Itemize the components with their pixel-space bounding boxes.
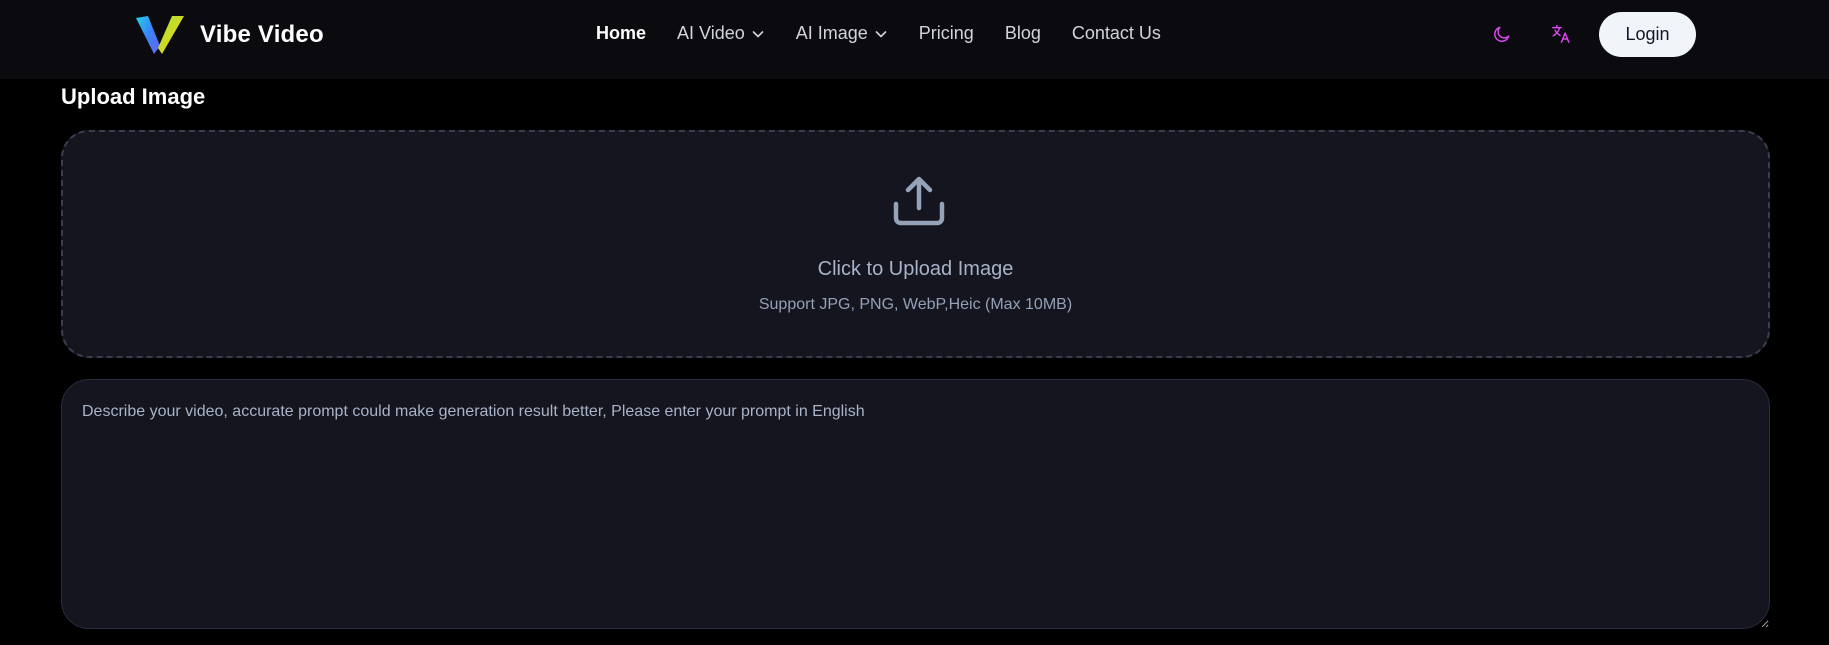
nav-item-label: AI Image xyxy=(795,23,868,43)
nav-item-home[interactable]: Home xyxy=(596,23,646,44)
moon-icon xyxy=(1494,26,1510,42)
nav-item-label: Home xyxy=(596,23,647,43)
chevron-down-icon xyxy=(875,30,887,37)
nav-item-label: Pricing xyxy=(918,23,974,43)
upload-section-title: Upload Image xyxy=(61,84,206,109)
language-button[interactable] xyxy=(1548,21,1574,47)
nav-item-blog[interactable]: Blog xyxy=(1005,23,1041,44)
brand-name: Vibe Video xyxy=(200,21,324,48)
main-nav: Home AI Video AI Image Pricing Blog Cont… xyxy=(596,0,1192,67)
nav-item-label: AI Video xyxy=(677,23,745,43)
nav-item-pricing[interactable]: Pricing xyxy=(919,23,974,44)
login-button[interactable]: Login xyxy=(1599,12,1696,57)
top-navbar: Vibe Video Home AI Video AI Image Pricin… xyxy=(0,0,1829,79)
nav-item-label: Blog xyxy=(1004,23,1041,43)
nav-item-ai-video[interactable]: AI Video xyxy=(677,23,765,44)
upload-format-hint: Support JPG, PNG, WebP,Heic (Max 10MB) xyxy=(758,296,1073,313)
upload-title: Click to Upload Image xyxy=(817,258,1014,280)
theme-toggle-button[interactable] xyxy=(1489,21,1515,47)
nav-item-ai-image[interactable]: AI Image xyxy=(796,23,888,44)
translate-icon xyxy=(1552,25,1570,43)
upload-icon xyxy=(893,176,945,226)
chevron-down-icon xyxy=(752,30,764,37)
vibe-logo-icon xyxy=(136,16,184,54)
image-upload-dropzone[interactable]: Click to Upload Image Support JPG, PNG, … xyxy=(61,130,1770,358)
nav-item-label: Contact Us xyxy=(1071,23,1161,43)
prompt-textarea[interactable] xyxy=(61,379,1770,629)
nav-item-contact-us[interactable]: Contact Us xyxy=(1072,23,1161,44)
brand[interactable]: Vibe Video xyxy=(134,14,324,56)
